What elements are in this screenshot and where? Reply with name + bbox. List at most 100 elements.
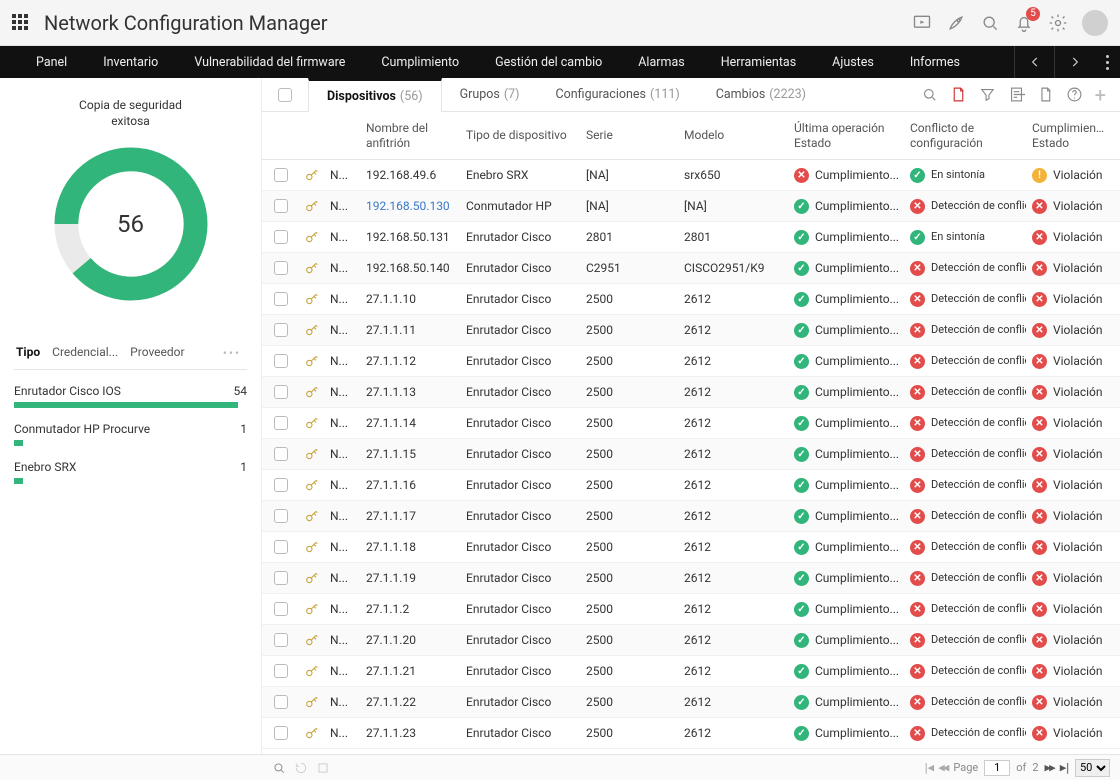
row-host[interactable]: 192.168.50.140 [360,261,460,275]
key-icon[interactable] [304,198,320,214]
table-row[interactable]: N... 27.1.1.14 Enrutador Cisco 2500 2612… [262,408,1120,439]
pager-first-icon[interactable]: |◀ [923,761,932,774]
table-row[interactable]: N... 27.1.1.18 Enrutador Cisco 2500 2612… [262,532,1120,563]
side-tab-more-icon[interactable]: ••• [217,346,247,360]
row-checkbox[interactable] [274,261,288,275]
key-icon[interactable] [304,725,320,741]
row-host[interactable]: 27.1.1.21 [360,664,460,678]
mainnav-item[interactable]: Gestión del cambio [477,46,620,78]
key-icon[interactable] [304,477,320,493]
pager-page-input[interactable] [984,760,1010,776]
bell-icon[interactable]: 5 [1014,13,1034,33]
row-host[interactable]: 27.1.1.22 [360,695,460,709]
pager-size-select[interactable]: 50 [1075,759,1110,777]
table-row[interactable]: N... 192.168.49.6 Enebro SRX [NA] srx650… [262,160,1120,191]
key-icon[interactable] [304,167,320,183]
report-icon[interactable] [1008,86,1025,103]
row-host[interactable]: 27.1.1.11 [360,323,460,337]
row-checkbox[interactable] [274,292,288,306]
table-row[interactable]: N... 27.1.1.16 Enrutador Cisco 2500 2612… [262,470,1120,501]
pdf-export-icon[interactable] [950,86,967,103]
side-tab-proveedor[interactable]: Proveedor [128,337,194,369]
row-host[interactable]: 192.168.50.130 [360,199,460,213]
table-row[interactable]: N... 27.1.1.23 Enrutador Cisco 2500 2612… [262,718,1120,749]
table-row[interactable]: N... 27.1.1.15 Enrutador Cisco 2500 2612… [262,439,1120,470]
row-checkbox[interactable] [274,633,288,647]
row-checkbox[interactable] [274,602,288,616]
row-host[interactable]: 192.168.50.131 [360,230,460,244]
row-host[interactable]: 27.1.1.12 [360,354,460,368]
row-checkbox[interactable] [274,509,288,523]
row-checkbox[interactable] [274,540,288,554]
mainnav-item[interactable]: Panel [18,46,85,78]
mainnav-item[interactable]: Herramientas [703,46,814,78]
mainnav-item[interactable]: Vulnerabilidad del firmware [176,46,363,78]
subtab-cambios[interactable]: Cambios(2223) [698,78,824,111]
key-icon[interactable] [304,353,320,369]
side-tab-tipo[interactable]: Tipo [14,337,50,369]
key-icon[interactable] [304,446,320,462]
row-checkbox[interactable] [274,230,288,244]
row-host[interactable]: 27.1.1.14 [360,416,460,430]
select-all-checkbox[interactable] [278,88,292,102]
row-host[interactable]: 27.1.1.20 [360,633,460,647]
table-row[interactable]: N... 27.1.1.13 Enrutador Cisco 2500 2612… [262,377,1120,408]
key-icon[interactable] [304,601,320,617]
table-row[interactable]: N... 27.1.1.19 Enrutador Cisco 2500 2612… [262,563,1120,594]
table-row[interactable]: N... 27.1.1.11 Enrutador Cisco 2500 2612… [262,315,1120,346]
mainnav-item[interactable]: Alarmas [620,46,702,78]
table-row[interactable]: N... 192.168.50.131 Enrutador Cisco 2801… [262,222,1120,253]
row-checkbox[interactable] [274,664,288,678]
row-host[interactable]: 27.1.1.16 [360,478,460,492]
row-checkbox[interactable] [274,354,288,368]
row-checkbox[interactable] [274,447,288,461]
row-checkbox[interactable] [274,199,288,213]
table-row[interactable]: N... 192.168.50.140 Enrutador Cisco C295… [262,253,1120,284]
col-serie[interactable]: Serie [580,128,678,142]
table-row[interactable]: N... 27.1.1.10 Enrutador Cisco 2500 2612… [262,284,1120,315]
row-host[interactable]: 27.1.1.23 [360,726,460,740]
key-icon[interactable] [304,570,320,586]
key-icon[interactable] [304,322,320,338]
key-icon[interactable] [304,415,320,431]
row-checkbox[interactable] [274,416,288,430]
subtab-grupos[interactable]: Grupos(7) [442,78,538,111]
col-conf[interactable]: Conflicto de configuración [904,121,1026,150]
table-search-icon[interactable] [921,86,938,103]
rocket-icon[interactable] [946,13,966,33]
table-row[interactable]: N... 27.1.1.22 Enrutador Cisco 2500 2612… [262,687,1120,718]
row-host[interactable]: 27.1.1.15 [360,447,460,461]
row-checkbox[interactable] [274,478,288,492]
pager-last-icon[interactable]: ▶| [1060,761,1069,774]
table-row[interactable]: N... 27.1.1.21 Enrutador Cisco 2500 2612… [262,656,1120,687]
donut-chart[interactable]: 56 [46,139,216,309]
mainnav-item[interactable]: Inventario [85,46,176,78]
row-host[interactable]: 27.1.1.10 [360,292,460,306]
kebab-icon[interactable] [1094,46,1120,78]
key-icon[interactable] [304,632,320,648]
subtab-configuraciones[interactable]: Configuraciones(111) [538,78,698,111]
side-tab-credencial[interactable]: Credencial... [50,337,128,369]
row-checkbox[interactable] [274,695,288,709]
add-icon[interactable]: + [1095,85,1106,105]
pager-next-icon[interactable]: ▶▶ [1045,761,1054,774]
col-host[interactable]: Nombre del anfitrión [360,121,460,150]
avatar[interactable] [1082,10,1108,36]
subtab-dispositivos[interactable]: Dispositivos(56) [308,78,442,112]
key-icon[interactable] [304,291,320,307]
search-icon[interactable] [980,13,1000,33]
help-icon[interactable] [1066,86,1083,103]
key-icon[interactable] [304,663,320,679]
table-row[interactable]: N... 192.168.50.130 Conmutador HP [NA] [… [262,191,1120,222]
mainnav-item[interactable]: Informes [892,46,978,78]
table-row[interactable]: N... 27.1.1.17 Enrutador Cisco 2500 2612… [262,501,1120,532]
row-host[interactable]: 27.1.1.2 [360,602,460,616]
col-comp[interactable]: Cumplimiento Estado [1026,121,1110,150]
table-row[interactable]: N... 27.1.1.20 Enrutador Cisco 2500 2612… [262,625,1120,656]
type-item[interactable]: Enrutador Cisco IOS54 [14,384,247,408]
document-icon[interactable] [1037,86,1054,103]
nav-next-icon[interactable] [1054,46,1094,78]
key-icon[interactable] [304,260,320,276]
row-checkbox[interactable] [274,385,288,399]
filter-icon[interactable] [979,86,996,103]
